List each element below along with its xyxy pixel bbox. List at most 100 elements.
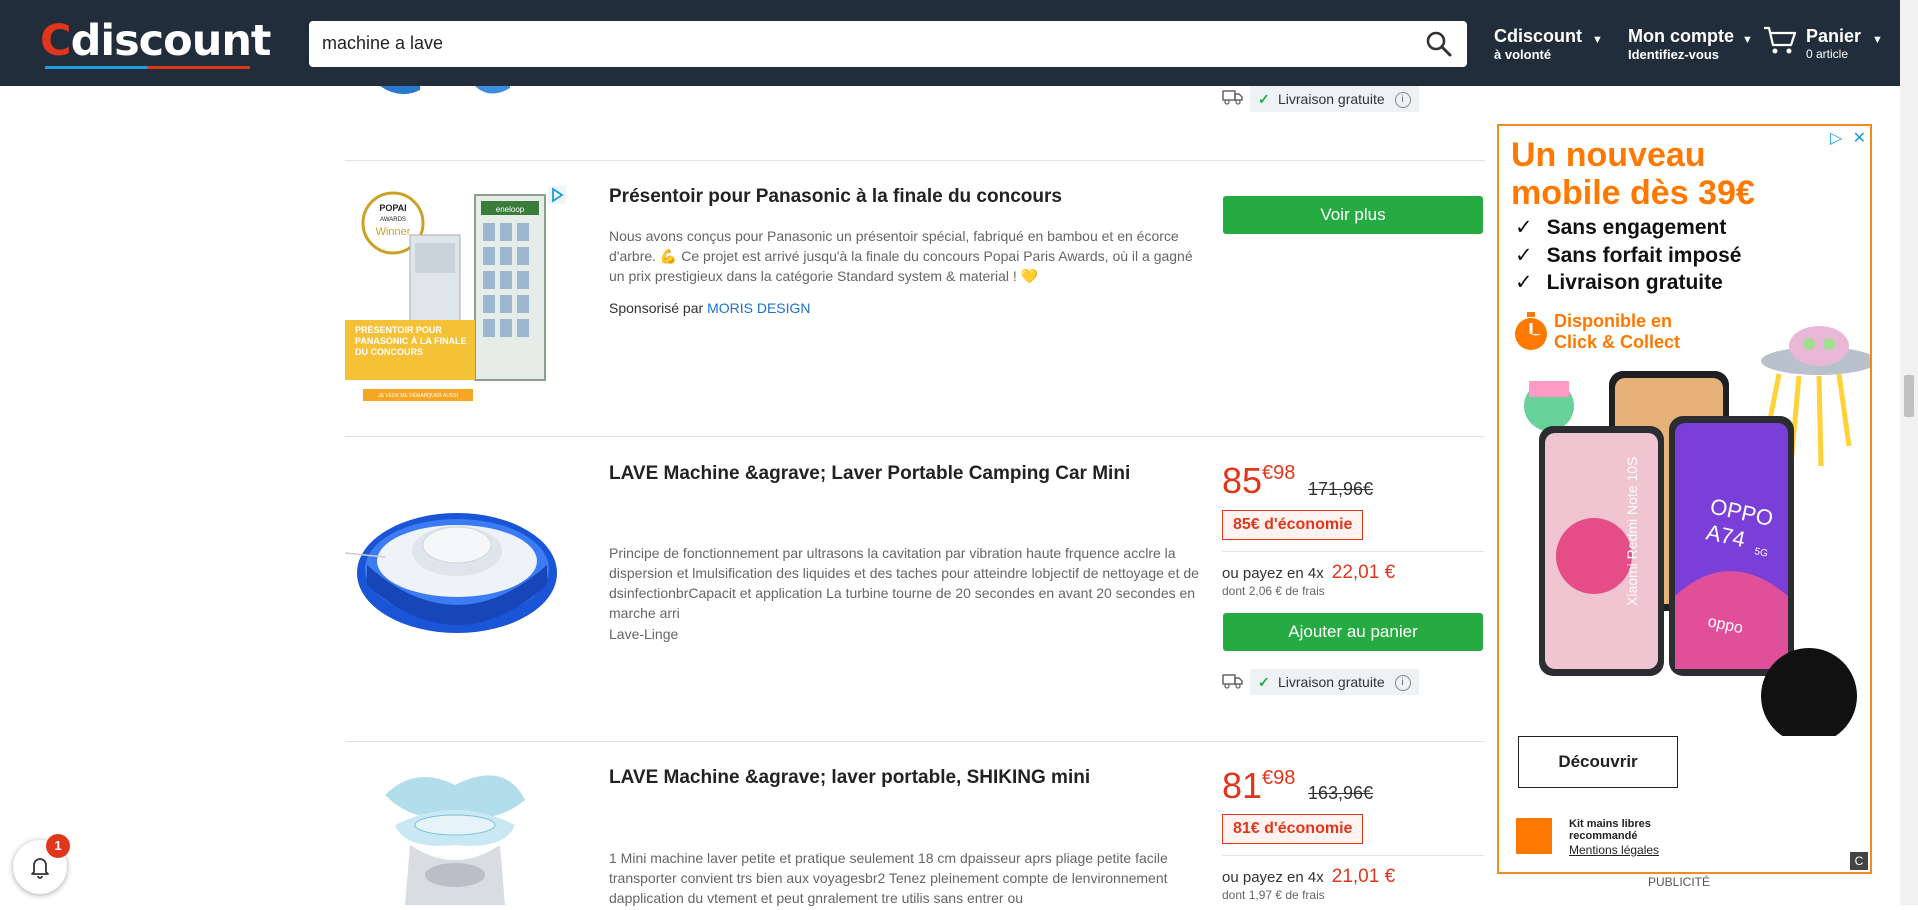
popai-badge-winner: Winner (376, 226, 411, 238)
logo-underline (45, 66, 250, 69)
product-category: Lave-Linge (609, 626, 679, 642)
ad-controls[interactable]: ▷ ✕ (1830, 128, 1866, 148)
cart-icon[interactable] (1763, 25, 1797, 55)
old-price: 171,96€ (1308, 479, 1374, 499)
check-icon: ✓ (1258, 674, 1270, 690)
ad-bullet: Sans forfait imposé (1515, 242, 1742, 270)
ad-bullets: Sans engagement Sans forfait imposé Livr… (1515, 214, 1742, 297)
menu-title: Cdiscount (1494, 26, 1582, 46)
installment-prefix: ou payez en 4x (1222, 565, 1324, 582)
ad-kit-line: Kit mains libres (1569, 818, 1651, 830)
sponsor-brand-link[interactable]: MORIS DESIGN (707, 300, 810, 316)
price-integer: 81 (1222, 765, 1263, 806)
divider (345, 436, 1485, 437)
truck-icon (1222, 674, 1243, 689)
product-description: 1 Mini machine laver petite et pratique … (609, 850, 1168, 906)
divider (345, 741, 1485, 742)
price-integer: 85 (1222, 460, 1263, 501)
economy-badge: 85€ d'économie (1222, 510, 1364, 540)
installment-fees: dont 2,06 € de frais (1222, 584, 1325, 598)
popai-badge-text: POPAI (379, 203, 406, 213)
ad-phones-illustration: Xiaomi Redmi Note 10S OPPO A74 5G oppo (1524, 326, 1870, 736)
economy-badge: 81€ d'économie (1222, 814, 1364, 844)
search-bar[interactable]: machine a lave (309, 21, 1467, 67)
ad-corner-icon: C (1850, 852, 1868, 870)
product-title[interactable]: LAVE Machine &agrave; laver portable, SH… (609, 767, 1090, 789)
product-image[interactable] (344, 495, 570, 645)
truck-icon (1222, 90, 1243, 105)
installment-amount: 22,01 € (1331, 562, 1396, 583)
adchoices-icon[interactable]: ▷ (1830, 130, 1842, 147)
search-icon[interactable] (1425, 30, 1453, 58)
sponsored-title[interactable]: Présentoir pour Panasonic à la finale du… (609, 186, 1062, 208)
free-delivery-badge: ✓ Livraison gratuite i (1250, 669, 1419, 695)
delivery-label: Livraison gratuite (1278, 91, 1385, 107)
installment-prefix: ou payez en 4x (1222, 869, 1324, 886)
add-to-cart-button[interactable]: Ajouter au panier (1223, 613, 1483, 651)
price-decimal: €98 (1262, 462, 1296, 484)
ad-headline-line: Un nouveau (1511, 136, 1706, 174)
cart-menu[interactable]: Panier 0 article ▼ (1806, 26, 1883, 61)
product-price: 81€98 (1222, 765, 1295, 807)
scrollbar[interactable] (1900, 0, 1918, 905)
ad-headline: Un nouveau mobile dès 39€ (1511, 136, 1755, 212)
adchoices-icon[interactable] (548, 186, 566, 204)
info-icon[interactable]: i (1394, 675, 1411, 692)
cdiscount-logo[interactable]: Cdiscount (40, 16, 271, 66)
phone-left-label: Xiaomi Redmi Note 10S (1624, 457, 1640, 606)
product-title[interactable]: LAVE Machine &agrave; Laver Portable Cam… (609, 463, 1130, 485)
eneloop-tag: eneloop (496, 205, 525, 214)
see-more-button[interactable]: Voir plus (1223, 196, 1483, 234)
sponsored-by-label: Sponsorisé par (609, 300, 704, 316)
bell-icon (31, 858, 49, 879)
info-icon[interactable]: i (1394, 92, 1411, 109)
product-price: 85€98 (1222, 460, 1295, 502)
free-delivery-badge: ✓ Livraison gratuite i (1250, 86, 1419, 112)
chevron-down-icon: ▼ (1872, 34, 1883, 46)
product-description: Principe de fonctionnement par ultrasons… (609, 545, 1199, 621)
scrollbar-thumb[interactable] (1904, 375, 1914, 417)
advertisement[interactable]: ▷ ✕ Un nouveau mobile dès 39€ Sans engag… (1497, 124, 1872, 874)
chevron-down-icon: ▼ (1592, 34, 1603, 46)
installment-amount: 21,01 € (1331, 866, 1396, 887)
product-image[interactable] (360, 86, 550, 100)
delivery-label: Livraison gratuite (1278, 674, 1385, 690)
ad-kit-note: Kit mains libres recommandé (1569, 818, 1651, 842)
ad-kit-line: recommandé (1569, 830, 1638, 842)
divider (1222, 855, 1484, 856)
old-price: 163,96€ (1308, 783, 1374, 803)
ad-bullet: Livraison gratuite (1515, 269, 1742, 297)
installment-line: ou payez en 4x 21,01 € (1222, 866, 1395, 888)
header: Cdiscount machine a lave Cdiscount à vol… (0, 0, 1900, 86)
search-input[interactable]: machine a lave (322, 33, 443, 54)
installment-fees: dont 1,97 € de frais (1222, 888, 1325, 902)
price-decimal: €98 (1262, 767, 1296, 789)
menu-subtitle: Identifiez-vous (1628, 47, 1720, 62)
cdiscount-volonte-menu[interactable]: Cdiscount à volonté ▼ (1494, 26, 1603, 62)
menu-subtitle: 0 article (1806, 47, 1849, 61)
close-icon[interactable]: ✕ (1853, 130, 1866, 147)
product-image[interactable] (355, 765, 555, 905)
ad-bullet: Sans engagement (1515, 214, 1742, 242)
ad-headline-line: mobile dès 39€ (1511, 174, 1755, 212)
chevron-down-icon: ▼ (1742, 34, 1753, 46)
sponsored-image-cta: JE VEUX ME DÉMARQUER AUSSI (378, 392, 458, 399)
ad-label: PUBLICITÉ (1648, 875, 1711, 889)
divider (1222, 551, 1484, 552)
notification-count-badge: 1 (46, 834, 70, 858)
orange-logo (1516, 818, 1552, 854)
menu-title: Panier (1806, 26, 1862, 46)
installment-line: ou payez en 4x 22,01 € (1222, 562, 1395, 584)
sponsored-by: Sponsorisé par MORIS DESIGN (609, 300, 811, 316)
sponsored-image[interactable]: POPAI AWARDS Winner eneloop PRÉSENTOIR P… (345, 185, 570, 405)
sponsored-image-label: PRÉSENTOIR POUR PANASONIC À LA FINALE DU… (355, 325, 467, 357)
menu-subtitle: à volonté (1494, 47, 1552, 62)
discover-button[interactable]: Découvrir (1518, 736, 1678, 788)
popai-badge-sub: AWARDS (380, 217, 406, 223)
menu-title: Mon compte (1628, 26, 1734, 46)
legal-mentions-link[interactable]: Mentions légales (1569, 843, 1659, 857)
check-icon: ✓ (1258, 91, 1270, 107)
divider (345, 160, 1485, 161)
sponsored-description: Nous avons conçus pour Panasonic un prés… (609, 228, 1193, 284)
account-menu[interactable]: Mon compte Identifiez-vous ▼ (1628, 26, 1753, 62)
